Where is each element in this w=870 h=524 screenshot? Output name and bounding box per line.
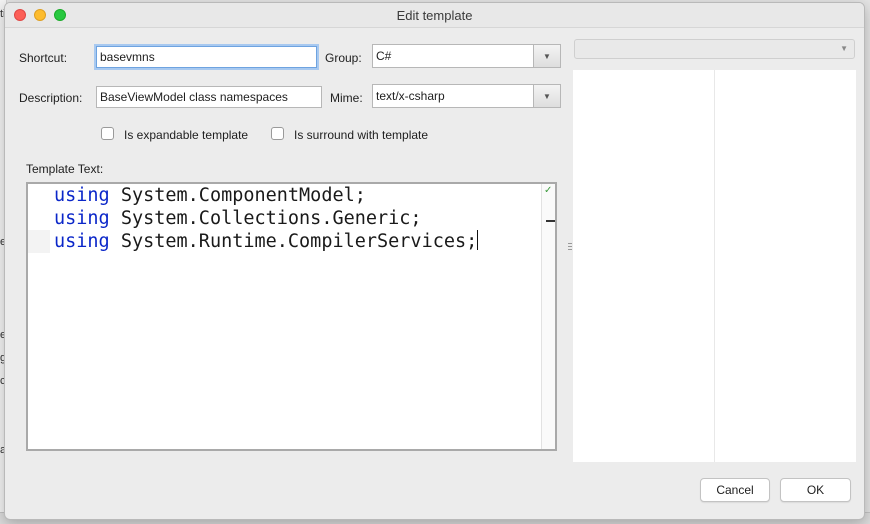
editor-overview-ruler[interactable]: ✓ [541, 184, 555, 449]
cursor-position-marker [546, 220, 555, 222]
code-line: using System.Collections.Generic; [54, 207, 478, 230]
code-text: System.Runtime.CompilerServices; [109, 231, 478, 252]
surround-checkbox[interactable] [271, 127, 284, 140]
mime-label: Mime: [330, 91, 363, 105]
checkmark-icon: ✓ [544, 185, 553, 196]
description-input[interactable]: BaseViewModel class namespaces [96, 86, 322, 108]
chevron-down-icon[interactable]: ▼ [840, 44, 848, 53]
preview-combo[interactable]: ▼ [574, 39, 855, 59]
code-text: System.ComponentModel; [109, 185, 366, 206]
group-value: C# [376, 49, 392, 63]
shortcut-input[interactable]: basevmns [96, 46, 317, 68]
description-label: Description: [19, 91, 83, 105]
ok-button[interactable]: OK [780, 478, 851, 502]
code-line: using System.ComponentModel; [54, 184, 478, 207]
group-combo[interactable]: C# ▼ [372, 44, 561, 68]
chevron-down-icon[interactable]: ▼ [533, 85, 560, 107]
edit-template-dialog: Edit template Shortcut: basevmns Group: … [4, 2, 865, 520]
template-text-label: Template Text: [26, 162, 104, 176]
chevron-down-icon[interactable]: ▼ [533, 45, 560, 67]
preview-panel [573, 70, 856, 462]
mime-combo[interactable]: text/x-csharp ▼ [372, 84, 561, 108]
current-line-gutter [28, 230, 50, 253]
code-line: using System.Runtime.CompilerServices; [54, 230, 479, 253]
group-label: Group: [325, 51, 362, 65]
text-caret [477, 230, 479, 250]
mime-value: text/x-csharp [376, 89, 445, 103]
expandable-label: Is expandable template [124, 128, 249, 142]
code-area[interactable]: using System.ComponentModel; using Syste… [54, 184, 479, 253]
preview-divider [714, 70, 715, 462]
keyword: using [54, 185, 110, 206]
splitter-handle[interactable] [568, 243, 572, 253]
keyword: using [54, 208, 110, 229]
shortcut-label: Shortcut: [19, 51, 68, 65]
keyword: using [54, 231, 110, 252]
code-text: System.Collections.Generic; [109, 208, 422, 229]
surround-label: Is surround with template [294, 128, 429, 142]
window-title: Edit template [396, 8, 473, 23]
expandable-checkbox[interactable] [101, 127, 114, 140]
cancel-button[interactable]: Cancel [700, 478, 770, 502]
template-text-editor[interactable]: using System.ComponentModel; using Syste… [26, 182, 557, 451]
title-bar[interactable]: Edit template [5, 3, 864, 28]
